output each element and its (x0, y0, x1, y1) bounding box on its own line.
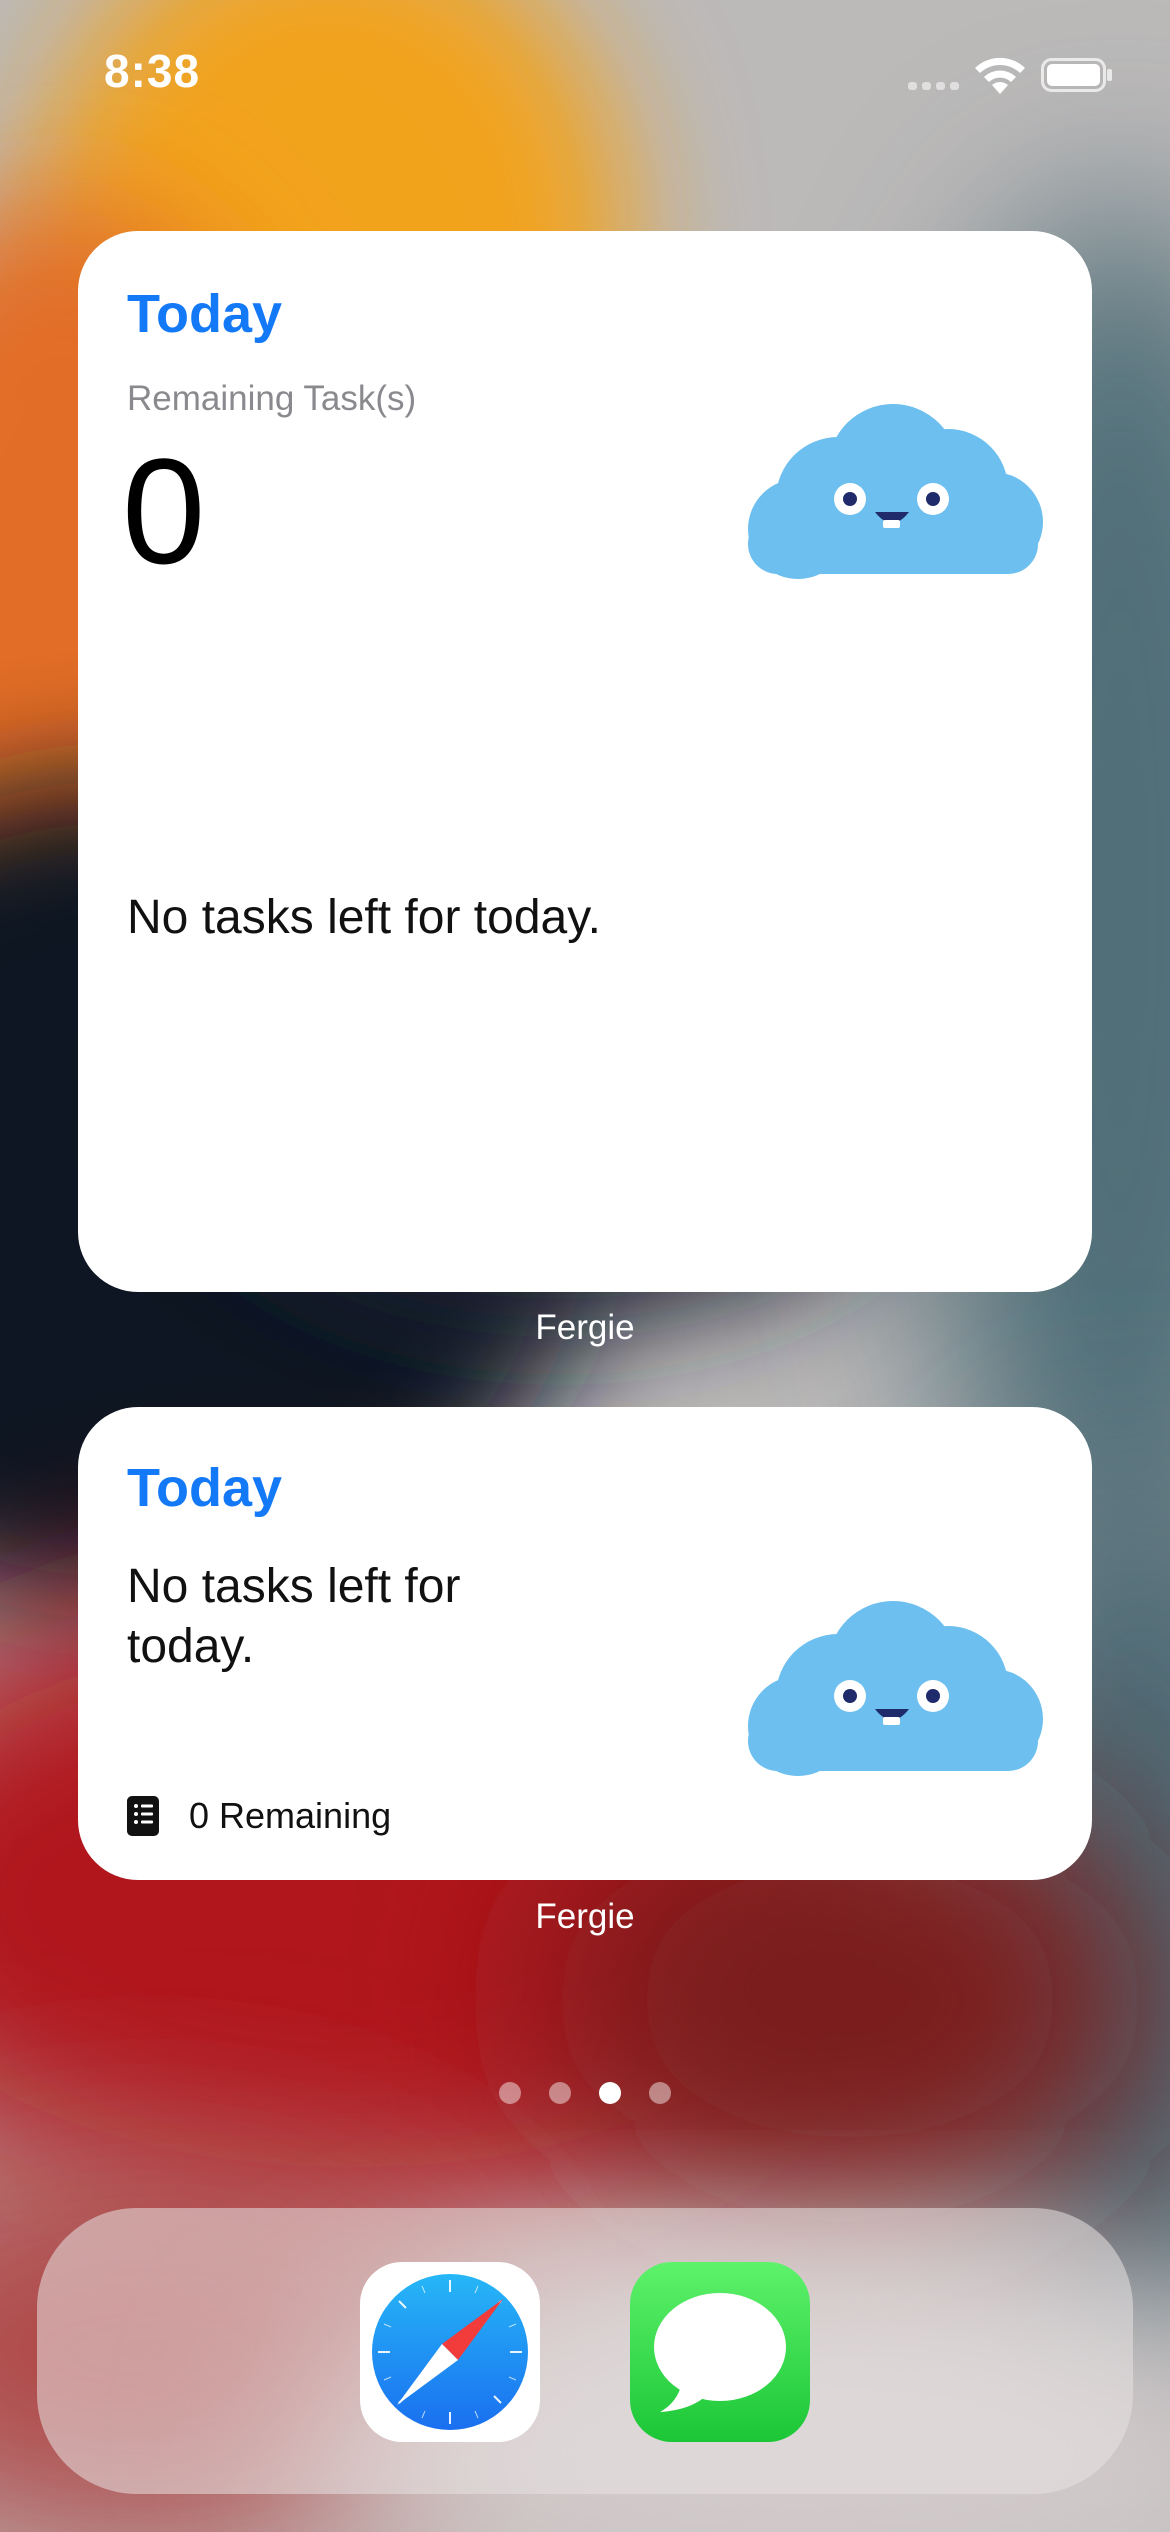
cloud-mascot-icon (748, 404, 1043, 579)
remaining-tasks-count: 0 (122, 427, 206, 595)
widget-title: Today (127, 1458, 283, 1518)
cloud-mascot-icon (748, 1601, 1043, 1776)
widget-app-label: Fergie (535, 1897, 635, 1936)
status-bar: 8:38 (0, 0, 1170, 150)
page-indicator[interactable] (0, 2082, 1170, 2110)
today-widget-medium[interactable]: Today No tasks left for today. 0 Remaini… (78, 1407, 1092, 1880)
messages-app-icon[interactable] (630, 2262, 810, 2442)
page-dot-4[interactable] (649, 2082, 671, 2104)
no-tasks-message: No tasks left for today. (127, 1560, 461, 1673)
widget-app-label: Fergie (535, 1308, 635, 1347)
widget-title: Today (127, 284, 283, 344)
dock (37, 2208, 1133, 2494)
page-dot-1[interactable] (499, 2082, 521, 2104)
battery-icon (1041, 58, 1112, 92)
status-time: 8:38 (104, 45, 201, 97)
messages-icon (654, 2293, 786, 2412)
page-dot-3[interactable] (599, 2082, 621, 2104)
safari-icon (372, 2274, 528, 2430)
remaining-count-text: 0 Remaining (189, 1795, 392, 1836)
today-widget-large[interactable]: Today Remaining Task(s) 0 No tasks left … (78, 231, 1092, 1292)
wifi-icon (975, 57, 1025, 94)
safari-app-icon[interactable] (360, 2262, 540, 2442)
notebook-icon (127, 1796, 159, 1836)
no-tasks-message: No tasks left for today. (127, 891, 601, 944)
remaining-tasks-label: Remaining Task(s) (127, 379, 417, 418)
page-dot-2[interactable] (549, 2082, 571, 2104)
cellular-signal-icon (908, 82, 960, 90)
